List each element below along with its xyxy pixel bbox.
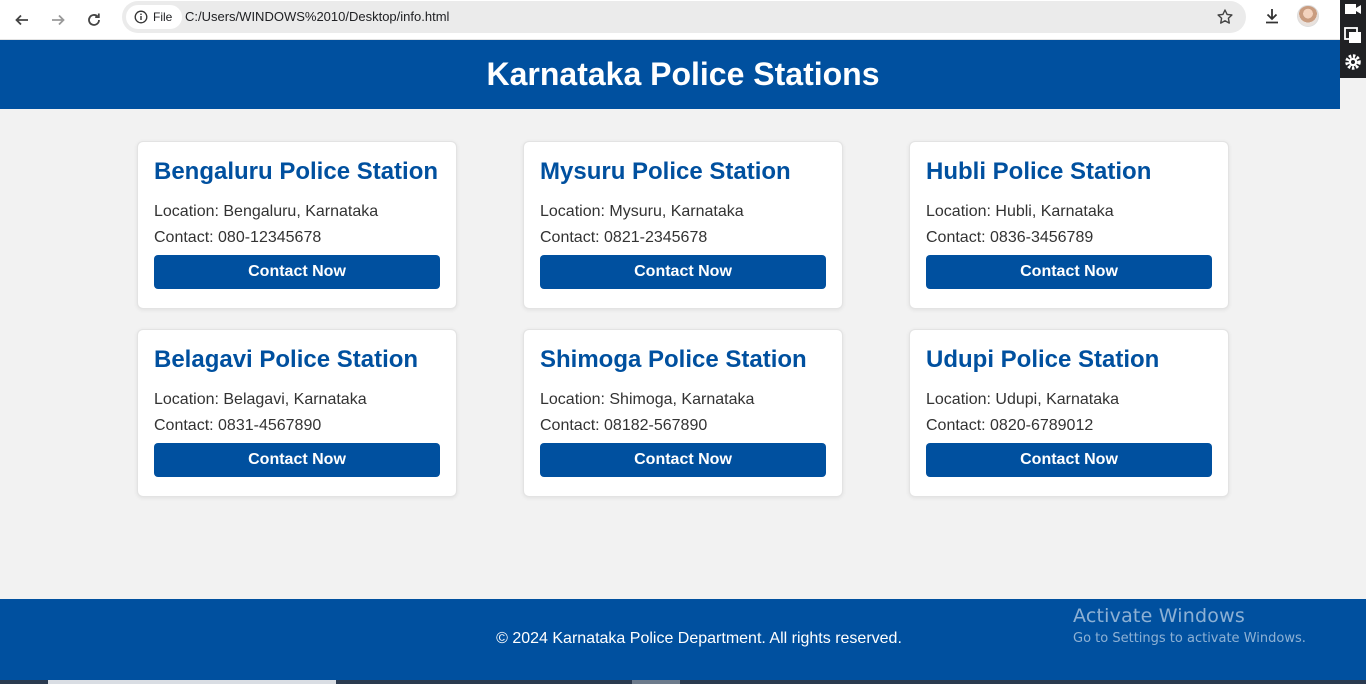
station-name: Shimoga Police Station [540,346,807,373]
station-card: Belagavi Police Station Location: Belaga… [137,329,457,497]
gear-icon[interactable] [1343,52,1363,72]
forward-arrow-icon [52,14,65,26]
station-name: Udupi Police Station [926,346,1160,373]
station-location: Location: Shimoga, Karnataka [540,391,755,408]
station-contact: Contact: 08182-567890 [540,417,708,434]
avatar[interactable] [1297,5,1319,27]
station-location: Location: Bengaluru, Karnataka [154,203,379,220]
forward-button[interactable] [44,6,72,34]
station-location: Location: Udupi, Karnataka [926,391,1120,408]
watermark-subtitle: Go to Settings to activate Windows. [1073,631,1306,646]
url-text[interactable]: C:/Users/WINDOWS%2010/Desktop/info.html [185,9,449,24]
station-grid: Bengaluru Police Station Location: Benga… [137,141,1229,497]
station-name: Hubli Police Station [926,158,1152,185]
station-contact: Contact: 0821-2345678 [540,229,708,246]
back-arrow-icon [15,14,28,26]
contact-now-button[interactable]: Contact Now [926,443,1212,477]
site-info-chip[interactable]: File [126,5,183,29]
station-location: Location: Mysuru, Karnataka [540,203,744,220]
contact-now-button[interactable]: Contact Now [154,255,440,289]
reload-button[interactable] [80,6,108,34]
contact-now-button[interactable]: Contact Now [540,255,826,289]
station-card: Udupi Police Station Location: Udupi, Ka… [909,329,1229,497]
star-icon[interactable] [1216,8,1234,26]
station-card: Hubli Police Station Location: Hubli, Ka… [909,141,1229,309]
activation-watermark: Activate Windows Go to Settings to activ… [1073,605,1306,646]
page-footer: © 2024 Karnataka Police Department. All … [0,599,1366,684]
page-header: Karnataka Police Stations [0,40,1340,109]
station-card: Bengaluru Police Station Location: Benga… [137,141,457,309]
site-info-label: File [153,10,173,24]
station-name: Mysuru Police Station [540,158,791,185]
address-bar[interactable]: File C:/Users/WINDOWS%2010/Desktop/info.… [122,1,1246,33]
watermark-title: Activate Windows [1073,605,1245,627]
page-title: Karnataka Police Stations [486,56,880,92]
station-contact: Contact: 0836-3456789 [926,229,1094,246]
taskbar-edge [0,680,1366,684]
station-location: Location: Hubli, Karnataka [926,203,1114,220]
contact-now-button[interactable]: Contact Now [926,255,1212,289]
taskbar-item[interactable] [48,680,336,684]
download-icon[interactable] [1262,6,1282,26]
station-contact: Contact: 0831-4567890 [154,417,322,434]
window-icon[interactable] [1343,26,1363,46]
contact-now-button[interactable]: Contact Now [154,443,440,477]
station-contact: Contact: 0820-6789012 [926,417,1094,434]
browser-toolbar: File C:/Users/WINDOWS%2010/Desktop/info.… [0,0,1366,40]
station-location: Location: Belagavi, Karnataka [154,391,367,408]
station-name: Belagavi Police Station [154,346,419,373]
contact-now-button[interactable]: Contact Now [540,443,826,477]
taskbar-item[interactable] [632,680,680,684]
station-name: Bengaluru Police Station [154,158,439,185]
station-card: Mysuru Police Station Location: Mysuru, … [523,141,843,309]
video-icon[interactable] [1343,0,1363,20]
back-button[interactable] [8,6,36,34]
station-contact: Contact: 080-12345678 [154,229,322,246]
side-toolbar [1340,0,1366,78]
info-icon [134,10,148,24]
station-card: Shimoga Police Station Location: Shimoga… [523,329,843,497]
reload-icon [88,13,100,26]
